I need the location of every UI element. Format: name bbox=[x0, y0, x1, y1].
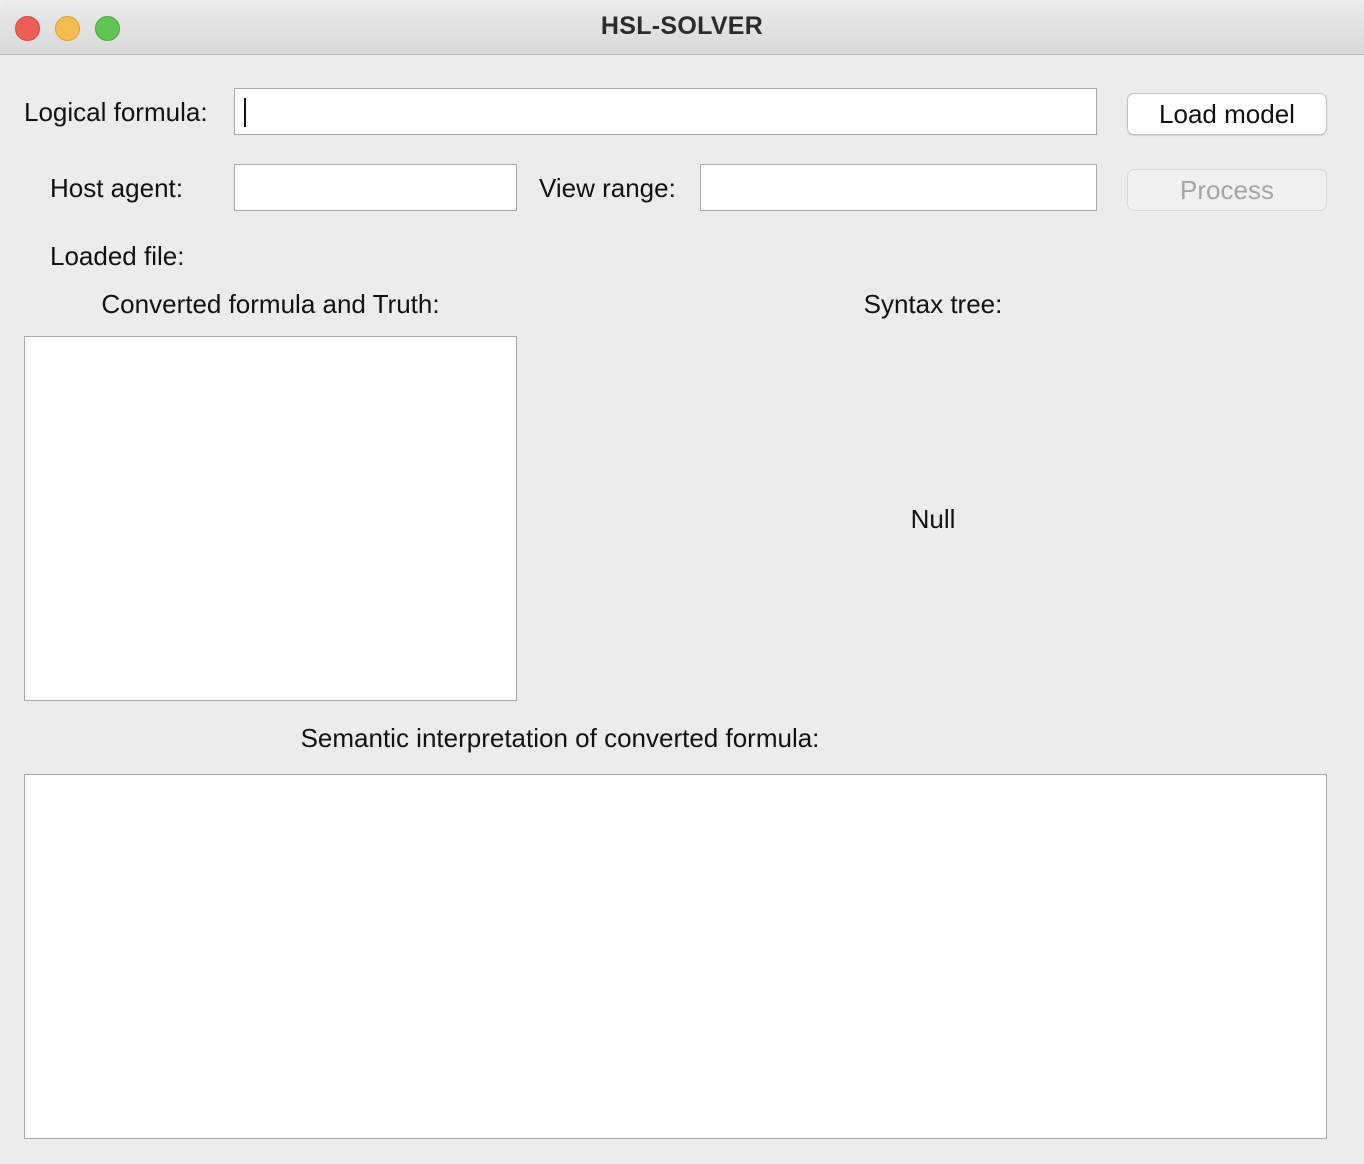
host-agent-label: Host agent: bbox=[50, 173, 183, 203]
semantic-interpretation-heading: Semantic interpretation of converted for… bbox=[300, 723, 820, 753]
converted-formula-heading: Converted formula and Truth: bbox=[101, 289, 440, 319]
host-agent-text[interactable] bbox=[247, 165, 510, 210]
syntax-tree-value: Null bbox=[910, 504, 956, 534]
logical-formula-input[interactable] bbox=[234, 88, 1097, 135]
logical-formula-label: Logical formula: bbox=[24, 97, 208, 127]
load-model-button[interactable]: Load model bbox=[1127, 93, 1327, 135]
host-agent-input[interactable] bbox=[234, 164, 517, 211]
view-range-input[interactable] bbox=[700, 164, 1097, 211]
semantic-interpretation-textarea[interactable] bbox=[24, 774, 1327, 1139]
loaded-file-label: Loaded file: bbox=[50, 241, 185, 271]
window-title: HSL-SOLVER bbox=[600, 12, 764, 40]
view-range-text[interactable] bbox=[713, 165, 1090, 210]
process-button[interactable]: Process bbox=[1127, 169, 1327, 211]
view-range-label: View range: bbox=[539, 173, 676, 203]
converted-formula-textarea[interactable] bbox=[24, 336, 517, 701]
syntax-tree-heading: Syntax tree: bbox=[863, 289, 1003, 319]
app-window: HSL-SOLVER Logical formula: Load model H… bbox=[0, 0, 1364, 1164]
title-bar[interactable]: HSL-SOLVER bbox=[0, 0, 1364, 55]
text-caret bbox=[244, 98, 246, 127]
logical-formula-text[interactable] bbox=[247, 89, 1090, 134]
